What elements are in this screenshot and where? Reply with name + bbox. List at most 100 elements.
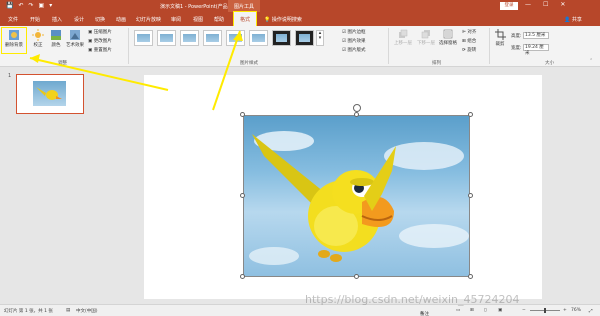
resize-handle-top-left[interactable] xyxy=(240,112,245,117)
resize-handle-right[interactable] xyxy=(468,193,473,198)
selection-pane-button[interactable]: 选择窗格 xyxy=(437,29,459,46)
picture-effects-label: 图片效果 xyxy=(347,39,366,44)
group-label: 组合 xyxy=(467,39,477,44)
slide-thumbnail[interactable] xyxy=(16,74,84,114)
height-input[interactable]: 13.5 厘米 xyxy=(522,32,549,39)
rotate-icon: ⟳ xyxy=(462,48,466,53)
resize-handle-left[interactable] xyxy=(240,193,245,198)
crop-button[interactable]: 裁剪 xyxy=(492,29,508,47)
resize-handle-bottom[interactable] xyxy=(354,274,359,279)
corrections-label: 校正 xyxy=(33,43,43,48)
change-picture-button[interactable]: ▣ 更改图片 xyxy=(88,38,112,44)
effects-icon: ☑ xyxy=(342,39,347,44)
border-icon: ☑ xyxy=(342,30,347,35)
picture-border-button[interactable]: ☑ 图片边框 xyxy=(342,29,365,35)
tab-help[interactable]: 帮助 xyxy=(214,16,224,23)
tab-insert[interactable]: 插入 xyxy=(52,16,62,23)
picture-style-3[interactable] xyxy=(180,30,199,46)
crop-icon xyxy=(494,29,506,40)
tab-slideshow[interactable]: 幻灯片放映 xyxy=(136,16,161,23)
picture-style-4[interactable] xyxy=(203,30,222,46)
slide-sorter-icon[interactable]: ⊞ xyxy=(470,308,474,313)
undo-icon[interactable]: ↶ xyxy=(18,2,23,10)
present-icon[interactable]: ▣ xyxy=(39,2,45,10)
fit-to-window-icon[interactable]: ⤢ xyxy=(589,308,593,314)
compress-icon: ▣ xyxy=(88,30,93,35)
corrections-button[interactable]: 校正 xyxy=(28,29,48,48)
current-slide[interactable] xyxy=(144,75,542,299)
customize-qat-icon[interactable]: ▾ xyxy=(49,2,52,10)
bring-forward-label: 上移一层 xyxy=(394,41,412,46)
picture-style-1[interactable] xyxy=(134,30,153,46)
resize-handle-bottom-right[interactable] xyxy=(468,274,473,279)
tab-format[interactable]: 格式 xyxy=(232,11,258,27)
tell-me-label: 操作说明搜索 xyxy=(271,17,302,23)
width-input[interactable]: 19.24 厘米 xyxy=(522,44,549,56)
login-button[interactable]: 登录 xyxy=(500,2,518,10)
picture-style-5[interactable] xyxy=(226,30,245,46)
align-button[interactable]: ⊫ 对齐 xyxy=(462,29,476,35)
slide-count-status: 幻灯片 第 1 张，共 1 张 xyxy=(4,309,53,314)
styles-gallery-more-button[interactable]: ▴ ▾ xyxy=(316,30,324,46)
compress-pictures-button[interactable]: ▣ 压缩图片 xyxy=(88,29,112,35)
size-group-label: 大小 xyxy=(545,61,554,66)
artistic-effects-button[interactable]: 艺术效果 xyxy=(64,29,86,48)
picture-style-8[interactable] xyxy=(295,30,314,46)
selected-picture[interactable] xyxy=(243,115,470,277)
compress-label: 压缩图片 xyxy=(93,30,112,35)
reset-picture-button[interactable]: ▣ 重置图片 xyxy=(88,47,112,53)
picture-tools-context-label: 图片工具 xyxy=(228,0,261,12)
tab-file[interactable]: 文件 xyxy=(8,16,18,23)
minimize-icon[interactable]: — xyxy=(525,1,531,8)
resize-handle-top-right[interactable] xyxy=(468,112,473,117)
zoom-in-icon[interactable]: + xyxy=(563,308,567,313)
maximize-icon[interactable]: ☐ xyxy=(543,1,548,8)
rotate-label: 旋转 xyxy=(467,48,477,53)
redo-icon[interactable]: ↷ xyxy=(29,2,34,10)
save-icon[interactable]: 💾 xyxy=(6,2,13,10)
send-backward-button[interactable]: 下移一层 xyxy=(415,29,437,46)
resize-handle-top[interactable] xyxy=(354,112,359,117)
picture-style-6[interactable] xyxy=(249,30,268,46)
tab-view[interactable]: 视图 xyxy=(193,16,203,23)
ribbon-format: 删除背景 校正 颜色 艺术效果 ▣ 压缩图片 ▣ 更改图片 ▣ 重置图片 调整 … xyxy=(0,26,600,67)
rotate-handle[interactable] xyxy=(353,104,361,112)
zoom-out-icon[interactable]: − xyxy=(522,308,526,313)
zoom-slider-thumb[interactable] xyxy=(544,308,546,313)
tab-design[interactable]: 设计 xyxy=(74,16,84,23)
rotate-button[interactable]: ⟳ 旋转 xyxy=(462,47,476,53)
tab-animations[interactable]: 动画 xyxy=(116,16,126,23)
divider xyxy=(489,28,490,64)
close-icon[interactable]: ✕ xyxy=(560,1,565,8)
picture-layout-button[interactable]: ☑ 图片版式 xyxy=(342,47,365,53)
tab-review[interactable]: 审阅 xyxy=(171,16,181,23)
group-icon: ⊞ xyxy=(462,39,466,44)
normal-view-icon[interactable]: ▭ xyxy=(456,308,460,313)
picture-style-7[interactable] xyxy=(272,30,291,46)
remove-background-button[interactable]: 删除背景 xyxy=(2,29,26,48)
zoom-level[interactable]: 76% xyxy=(571,308,581,313)
bird-thumbnail-icon xyxy=(36,87,62,100)
artistic-effects-icon xyxy=(70,30,80,40)
person-icon: 👤 xyxy=(564,17,571,23)
tab-transitions[interactable]: 切换 xyxy=(95,16,105,23)
tab-home[interactable]: 开始 xyxy=(30,16,40,23)
group-button[interactable]: ⊞ 组合 xyxy=(462,38,476,44)
quick-access-toolbar: 💾 ↶ ↷ ▣ ▾ xyxy=(6,2,52,10)
align-icon: ⊫ xyxy=(462,30,466,35)
picture-effects-button[interactable]: ☑ 图片效果 xyxy=(342,38,365,44)
bring-forward-button[interactable]: 上移一层 xyxy=(392,29,414,46)
share-button[interactable]: 👤 共享 xyxy=(564,16,582,23)
share-label: 共享 xyxy=(571,17,582,23)
height-field: 高度: 13.5 厘米 xyxy=(511,32,549,39)
gallery-more-icon: ▾ xyxy=(318,35,322,41)
change-picture-icon: ▣ xyxy=(88,39,93,44)
picture-style-2[interactable] xyxy=(157,30,176,46)
collapse-ribbon-icon[interactable]: ˄ xyxy=(590,59,592,64)
color-button[interactable]: 颜色 xyxy=(48,29,64,48)
reading-view-icon[interactable]: ▯ xyxy=(484,308,486,313)
resize-handle-bottom-left[interactable] xyxy=(240,274,245,279)
remove-background-icon xyxy=(9,30,19,40)
slideshow-icon[interactable]: ▣ xyxy=(498,308,502,313)
tell-me-search[interactable]: 💡 操作说明搜索 xyxy=(264,16,302,23)
